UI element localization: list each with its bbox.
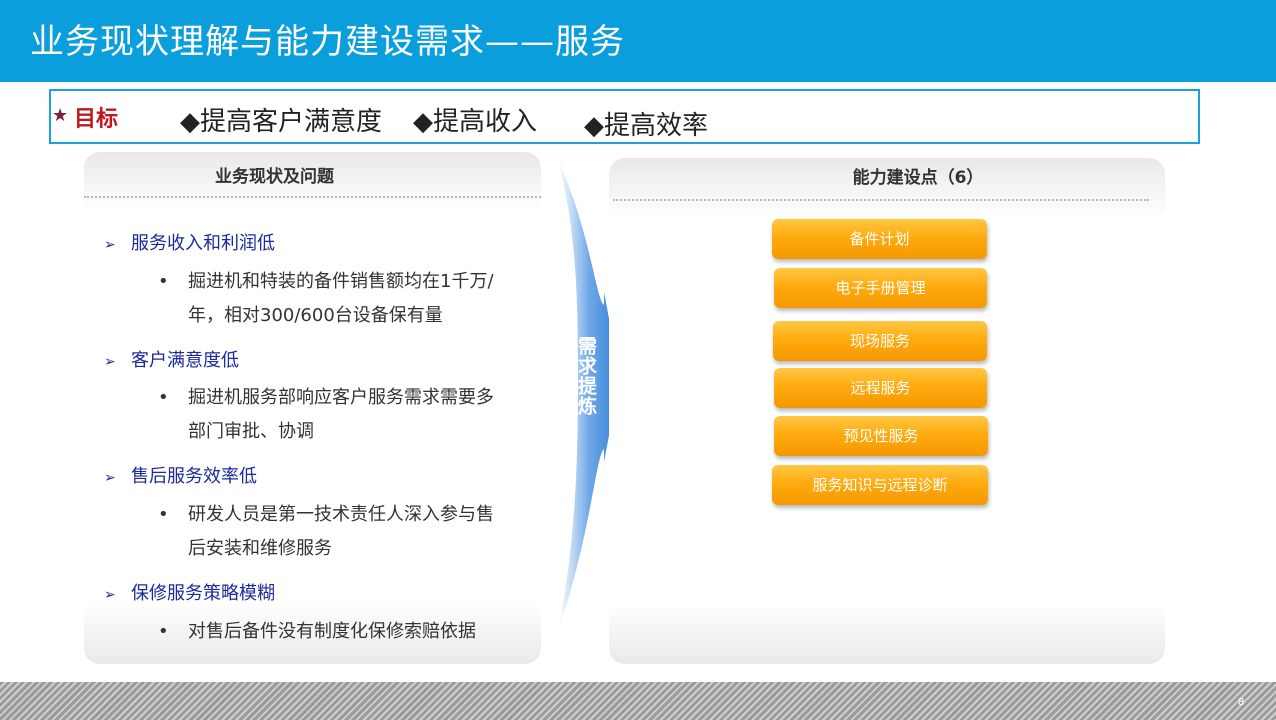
arrow-bullet-icon: ➢ (104, 470, 116, 486)
panel-divider (84, 196, 541, 198)
title-bar: 业务现状理解与能力建设需求——服务 (0, 0, 1276, 82)
issue-item: ➢ 客户满意度低 (104, 350, 239, 371)
goal-item-satisfaction: ◆提高客户满意度 (180, 107, 382, 137)
capability-title: 能力建设点（6） (852, 168, 984, 188)
goal-label: 目标 (74, 107, 119, 132)
page-number: 8 (1238, 697, 1245, 708)
capability-e-manual: 电子手册管理 (774, 268, 987, 308)
issue-detail: • 掘进机服务部响应客户服务需求需要多 部门审批、协调 (158, 381, 510, 449)
capability-spare-parts-plan: 备件计划 (772, 219, 987, 259)
current-status-title: 业务现状及问题 (215, 167, 334, 187)
arrow-bullet-icon: ➢ (104, 354, 116, 370)
bullet-icon: • (158, 271, 169, 292)
footer-band (0, 682, 1276, 720)
arrow-label: 需求提炼 (575, 336, 597, 416)
arrow-bullet-icon: ➢ (104, 587, 116, 603)
capability-field-service: 现场服务 (773, 321, 987, 361)
issue-detail: • 研发人员是第一技术责任人深入参与售 后安装和维修服务 (158, 498, 510, 566)
capability-predictive-service: 预见性服务 (774, 416, 988, 456)
bullet-icon: • (158, 387, 169, 408)
panel-divider (613, 199, 1149, 201)
capability-knowledge-remote-diagnosis: 服务知识与远程诊断 (772, 465, 988, 505)
arrow-bullet-icon: ➢ (104, 237, 116, 253)
issue-item: ➢ 服务收入和利润低 (104, 233, 275, 254)
goal-bar: ★ 目标 ◆提高客户满意度 ◆提高收入 ◆提高效率 (49, 89, 1200, 144)
goal-item-revenue: ◆提高收入 (413, 107, 537, 137)
star-icon: ★ (52, 105, 69, 126)
issue-item: ➢ 售后服务效率低 (104, 466, 257, 487)
issue-detail: • 对售后备件没有制度化保修索赔依据 (158, 615, 510, 649)
slide-title: 业务现状理解与能力建设需求——服务 (30, 22, 625, 62)
capability-remote-service: 远程服务 (774, 368, 987, 408)
issue-detail: • 掘进机和特装的备件销售额均在1千万/ 年，相对300/600台设备保有量 (158, 265, 510, 333)
goal-item-efficiency: ◆提高效率 (584, 111, 708, 141)
bullet-icon: • (158, 621, 169, 642)
issue-item: ➢ 保修服务策略模糊 (104, 583, 275, 604)
bullet-icon: • (158, 504, 169, 525)
